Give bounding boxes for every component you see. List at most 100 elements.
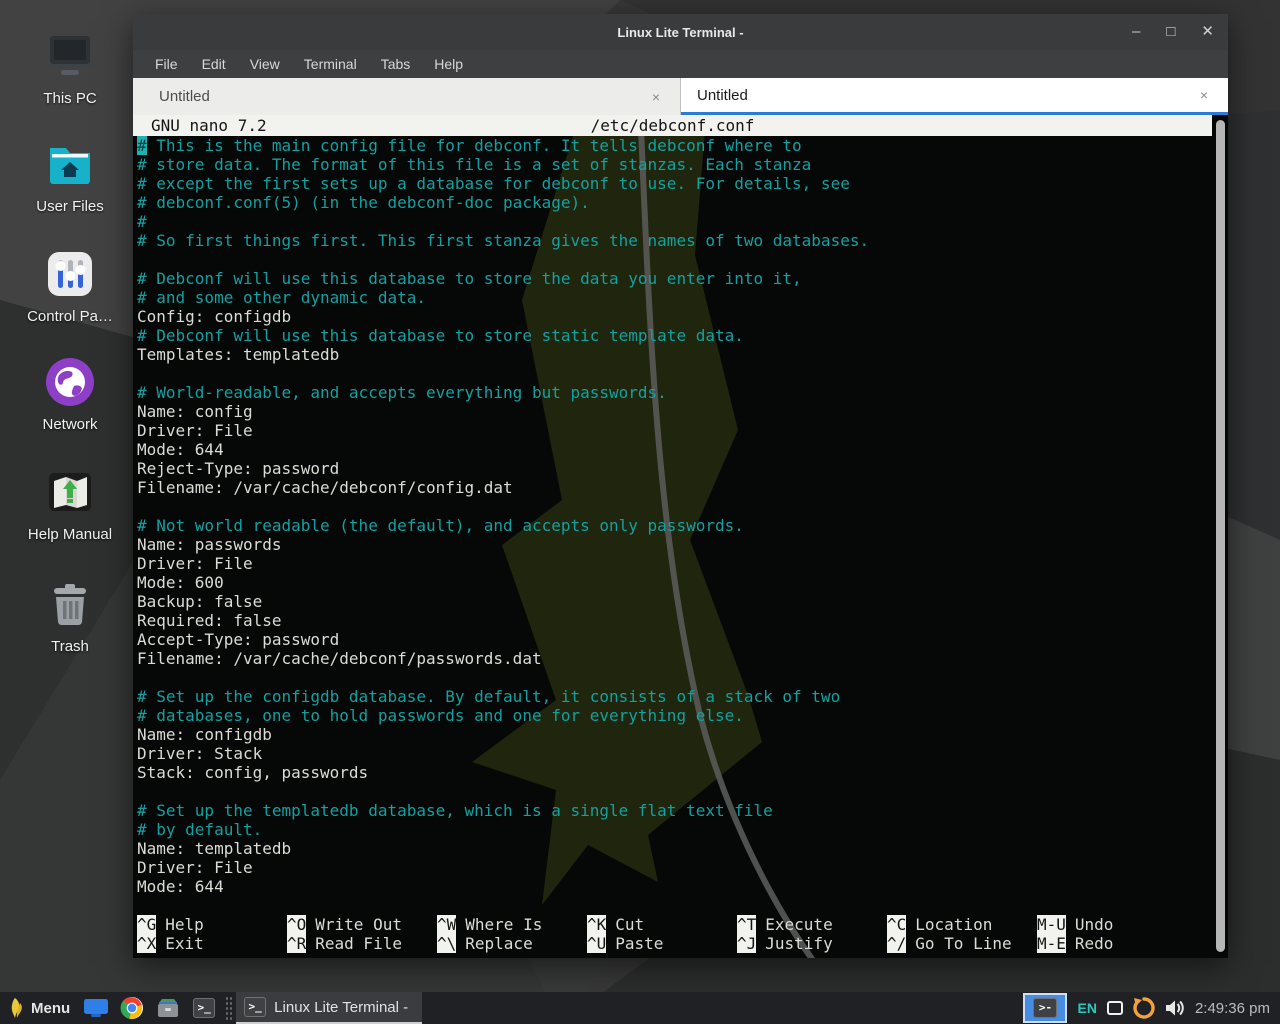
buffer-line: # Set up the configdb database. By defau… <box>137 687 1228 706</box>
desktop-icon-label: Trash <box>12 638 128 655</box>
buffer-line: Name: templatedb <box>137 839 1228 858</box>
desktop-icon-help-manual[interactable]: Help Manual <box>12 466 128 543</box>
nano-shortcut[interactable]: ^OWrite Out <box>287 915 437 934</box>
shortcut-key: ^K <box>587 915 606 934</box>
tab-untitled-1[interactable]: Untitled × <box>133 78 681 115</box>
shortcut-key: ^T <box>737 915 756 934</box>
nano-shortcut[interactable]: ^WWhere Is <box>437 915 587 934</box>
buffer-line: Filename: /var/cache/debconf/passwords.d… <box>137 649 1228 668</box>
trash-icon <box>44 578 96 630</box>
tab-untitled-2-active[interactable]: Untitled × <box>681 78 1228 115</box>
buffer-line: # debconf.conf(5) (in the debconf-doc pa… <box>137 193 1228 212</box>
buffer-line: # <box>137 212 1228 231</box>
buffer-line: Reject-Type: password <box>137 459 1228 478</box>
update-refresh-icon[interactable] <box>1133 997 1155 1019</box>
menu-terminal[interactable]: Terminal <box>294 53 367 75</box>
clock[interactable]: 2:49:36 pm <box>1195 1000 1270 1017</box>
shortcut-key: ^C <box>887 915 906 934</box>
terminal-icon: >_ <box>244 997 266 1017</box>
nano-shortcut[interactable]: M-UUndo <box>1037 915 1113 934</box>
desktop-icon-this-pc[interactable]: This PC <box>12 30 128 107</box>
buffer-line: Backup: false <box>137 592 1228 611</box>
desktop-icon-network[interactable]: Network <box>12 356 128 433</box>
chrome-launcher[interactable] <box>119 995 145 1021</box>
chrome-icon <box>120 996 144 1020</box>
terminal-icon: >- <box>1033 998 1057 1018</box>
desktop-icon-trash[interactable]: Trash <box>12 578 128 655</box>
nano-titlebar: GNU nano 7.2 /etc/debconf.conf <box>133 115 1212 136</box>
buffer-line <box>137 668 1228 687</box>
shortcut-label: Justify <box>765 934 832 953</box>
clipboard-icon[interactable] <box>1107 1001 1123 1015</box>
nano-shortcut[interactable]: ^T Execute <box>737 915 887 934</box>
buffer-line: # Set up the templatedb database, which … <box>137 801 1228 820</box>
menu-button-label: Menu <box>31 1000 70 1017</box>
network-globe-icon <box>44 356 96 408</box>
shortcut-key: ^G <box>137 915 156 934</box>
desktop-icon-user-files[interactable]: User Files <box>12 138 128 215</box>
nano-shortcut[interactable]: ^XExit <box>137 934 287 953</box>
buffer-line: # Not world readable (the default), and … <box>137 516 1228 535</box>
buffer-line: Mode: 600 <box>137 573 1228 592</box>
buffer-line: # This is the main config file for debco… <box>137 136 1228 155</box>
buffer-line: Config: configdb <box>137 307 1228 326</box>
terminal-launcher[interactable]: >_ <box>191 995 217 1021</box>
tab-close-icon[interactable]: × <box>652 89 660 105</box>
buffer-line: # Debconf will use this database to stor… <box>137 326 1228 345</box>
nano-shortcut[interactable]: ^GHelp <box>137 915 287 934</box>
terminal-screen[interactable]: GNU nano 7.2 /etc/debconf.conf # This is… <box>133 115 1228 958</box>
computer-icon <box>44 30 96 82</box>
scrollbar-thumb[interactable] <box>1216 120 1225 952</box>
menu-help[interactable]: Help <box>424 53 473 75</box>
system-tray: >- EN 2:49:36 pm <box>1023 993 1280 1023</box>
buffer-line: Name: config <box>137 402 1228 421</box>
nano-shortcut[interactable]: ^KCut <box>587 915 737 934</box>
terminal-scrollbar[interactable] <box>1216 120 1226 952</box>
menu-view[interactable]: View <box>240 53 290 75</box>
nano-shortcut[interactable]: M-ERedo <box>1037 934 1113 953</box>
nano-shortcut[interactable]: ^CLocation <box>887 915 1037 934</box>
menu-edit[interactable]: Edit <box>192 53 236 75</box>
terminal-window: Linux Lite Terminal - – □ ✕ FileEditView… <box>133 14 1228 958</box>
menu-file[interactable]: File <box>145 53 188 75</box>
nano-shortcut[interactable]: ^\Replace <box>437 934 587 953</box>
nano-shortcut[interactable]: ^UPaste <box>587 934 737 953</box>
keyboard-layout-indicator[interactable]: EN <box>1077 1000 1096 1016</box>
buffer-line: Accept-Type: password <box>137 630 1228 649</box>
shortcut-key: ^X <box>137 934 156 953</box>
tasklist-handle[interactable] <box>225 996 233 1020</box>
desktop-icon-label: This PC <box>12 90 128 107</box>
terminal-icon: >_ <box>193 998 215 1018</box>
window-titlebar[interactable]: Linux Lite Terminal - – □ ✕ <box>133 14 1228 50</box>
close-button[interactable]: ✕ <box>1201 14 1214 50</box>
volume-icon[interactable] <box>1165 999 1185 1017</box>
nano-buffer[interactable]: # This is the main config file for debco… <box>133 136 1228 896</box>
shortcut-label: Redo <box>1075 934 1114 953</box>
nano-shortcut[interactable]: ^/Go To Line <box>887 934 1037 953</box>
window-title: Linux Lite Terminal - <box>133 25 1228 40</box>
buffer-line: Name: configdb <box>137 725 1228 744</box>
minimize-button[interactable]: – <box>1132 14 1140 50</box>
shortcut-key: M-U <box>1037 915 1066 934</box>
linux-lite-logo-icon <box>8 997 24 1019</box>
task-button-terminal[interactable]: >_ Linux Lite Terminal - <box>236 992 422 1024</box>
shortcut-label: Execute <box>765 915 832 934</box>
file-manager-launcher[interactable] <box>83 995 109 1021</box>
shortcut-label: Read File <box>315 934 402 953</box>
drawer-icon <box>156 997 180 1019</box>
tab-close-icon[interactable]: × <box>1200 87 1208 103</box>
menu-button[interactable]: Menu <box>0 992 78 1024</box>
buffer-line <box>137 364 1228 383</box>
buffer-line: # World-readable, and accepts everything… <box>137 383 1228 402</box>
maximize-button[interactable]: □ <box>1166 14 1175 50</box>
desktop-icon-control-panel[interactable]: Control Pa… <box>12 248 128 325</box>
nano-shortcut[interactable]: ^RRead File <box>287 934 437 953</box>
desktop: This PC User Files <box>0 0 1280 1024</box>
menu-tabs[interactable]: Tabs <box>371 53 421 75</box>
tray-terminal-indicator[interactable]: >- <box>1023 993 1067 1023</box>
archive-drawer-launcher[interactable] <box>155 995 181 1021</box>
buffer-line: Mode: 644 <box>137 877 1228 896</box>
nano-shortcut[interactable]: ^JJustify <box>737 934 887 953</box>
shortcut-key: ^O <box>287 915 306 934</box>
buffer-line: # store data. The format of this file is… <box>137 155 1228 174</box>
